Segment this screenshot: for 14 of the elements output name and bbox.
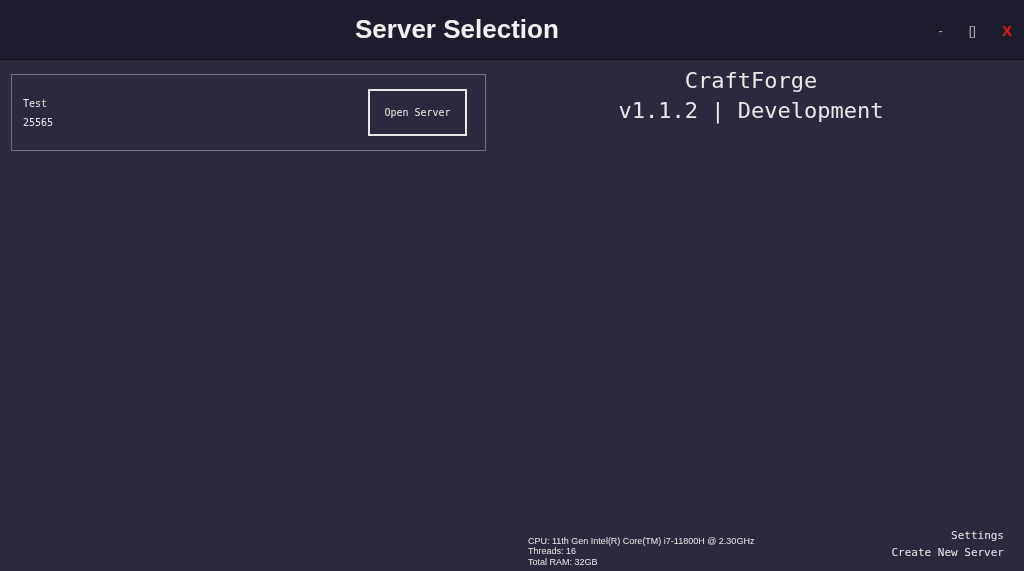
menu-link[interactable]: Create New Server	[891, 546, 1004, 559]
system-info-line: CPU: 11th Gen Intel(R) Core(TM) i7-11800H @ 2.30GHz	[528, 535, 755, 546]
server-port: 25565	[23, 116, 54, 128]
server-name: Test	[23, 97, 49, 109]
system-info-line: Threads: 16	[528, 546, 578, 557]
system-info-line: Total RAM: 32GB	[528, 556, 599, 567]
open-server-button[interactable]: Open Server	[368, 89, 467, 136]
close-button[interactable]: X	[1000, 22, 1014, 39]
app-name: CraftForge	[684, 67, 818, 95]
minimize-button[interactable]: -	[936, 23, 945, 38]
maximize-button[interactable]: []	[966, 23, 978, 38]
menu-link[interactable]: Settings	[951, 529, 1004, 542]
app-version: v1.1.2 | Development	[618, 97, 884, 126]
window-title: Server Selection	[355, 14, 559, 45]
